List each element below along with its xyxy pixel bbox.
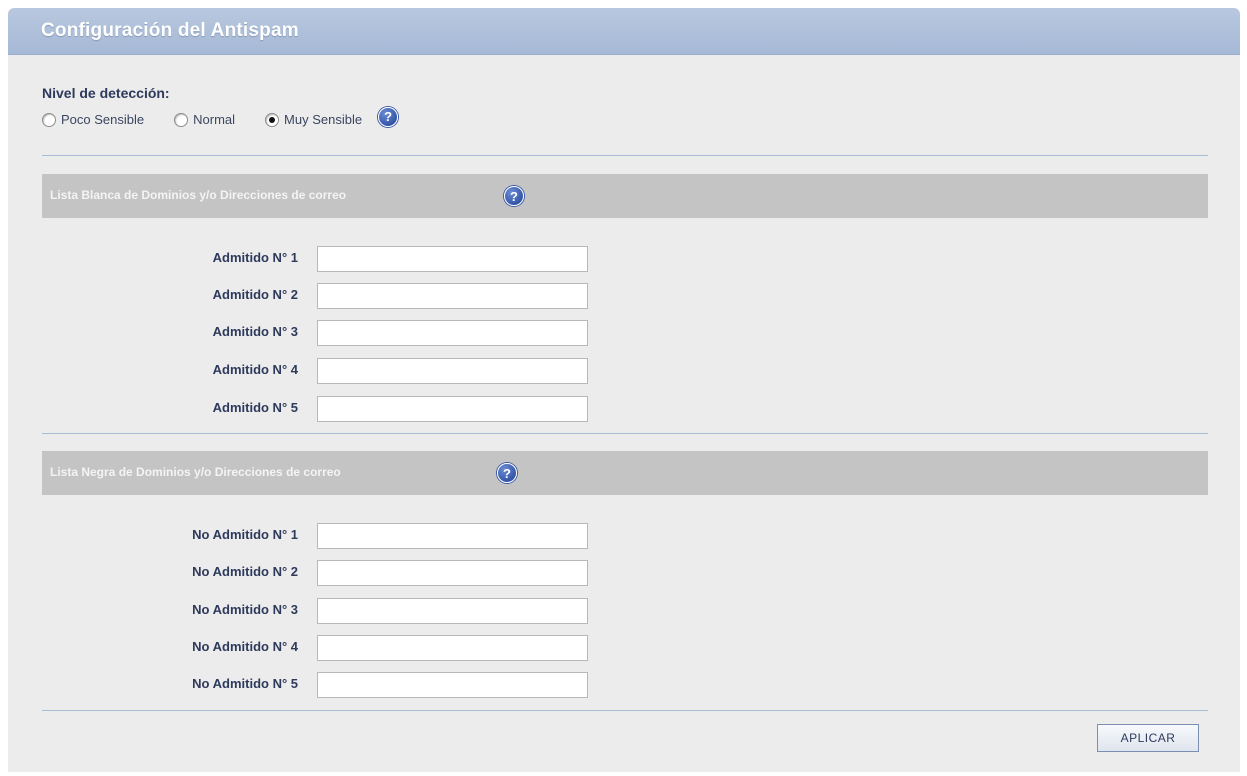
detection-help-icon[interactable]: ? xyxy=(378,106,399,127)
whitelist-input-5[interactable] xyxy=(317,396,588,422)
blacklist-help-icon[interactable]: ? xyxy=(497,463,517,483)
whitelist-input-2[interactable] xyxy=(317,283,588,309)
whitelist-row-3: Admitido N° 3 xyxy=(8,320,628,346)
blacklist-title: Lista Negra de Dominios y/o Direcciones … xyxy=(50,465,341,479)
radio-low[interactable] xyxy=(42,112,56,127)
whitelist-section-header: Lista Blanca de Dominios y/o Direcciones… xyxy=(42,174,1208,218)
blacklist-section-header: Lista Negra de Dominios y/o Direcciones … xyxy=(42,451,1208,495)
antispam-panel: Configuración del Antispam Nivel de dete… xyxy=(8,8,1240,772)
blacklist-input-3[interactable] xyxy=(317,598,588,624)
blacklist-label-2: No Admitido N° 2 xyxy=(192,564,298,579)
detection-level-label: Nivel de detección: xyxy=(42,85,170,101)
divider xyxy=(42,433,1208,434)
whitelist-help-icon[interactable]: ? xyxy=(504,186,524,206)
radio-option-high[interactable]: Muy Sensible xyxy=(265,112,362,127)
apply-button[interactable]: APLICAR xyxy=(1097,724,1199,752)
whitelist-input-4[interactable] xyxy=(317,358,588,384)
whitelist-label-3: Admitido N° 3 xyxy=(212,324,298,339)
blacklist-row-3: No Admitido N° 3 xyxy=(8,598,628,624)
whitelist-title: Lista Blanca de Dominios y/o Direcciones… xyxy=(50,188,347,202)
blacklist-row-4: No Admitido N° 4 xyxy=(8,635,628,661)
panel-header: Configuración del Antispam xyxy=(8,8,1240,55)
radio-option-low[interactable]: Poco Sensible xyxy=(42,112,144,127)
whitelist-row-1: Admitido N° 1 xyxy=(8,246,628,272)
panel-title: Configuración del Antispam xyxy=(41,20,299,41)
whitelist-label-2: Admitido N° 2 xyxy=(212,287,298,302)
blacklist-label-3: No Admitido N° 3 xyxy=(192,602,298,617)
blacklist-input-1[interactable] xyxy=(317,523,588,549)
whitelist-row-4: Admitido N° 4 xyxy=(8,358,628,384)
divider xyxy=(42,710,1208,711)
radio-low-label: Poco Sensible xyxy=(61,112,145,127)
radio-high-label: Muy Sensible xyxy=(284,112,363,127)
blacklist-row-1: No Admitido N° 1 xyxy=(8,523,628,549)
radio-normal-label: Normal xyxy=(193,112,236,127)
radio-high[interactable] xyxy=(265,112,280,127)
radio-option-normal[interactable]: Normal xyxy=(174,112,235,127)
whitelist-row-2: Admitido N° 2 xyxy=(8,283,628,309)
blacklist-label-5: No Admitido N° 5 xyxy=(192,676,298,691)
whitelist-label-4: Admitido N° 4 xyxy=(212,362,298,377)
whitelist-row-5: Admitido N° 5 xyxy=(8,396,628,422)
whitelist-input-3[interactable] xyxy=(317,320,588,346)
whitelist-input-1[interactable] xyxy=(317,246,588,272)
blacklist-row-2: No Admitido N° 2 xyxy=(8,560,628,586)
divider xyxy=(42,155,1208,156)
whitelist-label-5: Admitido N° 5 xyxy=(212,400,298,415)
blacklist-label-1: No Admitido N° 1 xyxy=(192,527,298,542)
detection-level-options: Poco Sensible Normal Muy Sensible ? xyxy=(42,106,399,127)
blacklist-label-4: No Admitido N° 4 xyxy=(192,639,298,654)
radio-normal[interactable] xyxy=(174,112,189,127)
whitelist-label-1: Admitido N° 1 xyxy=(212,250,298,265)
blacklist-row-5: No Admitido N° 5 xyxy=(8,672,628,698)
blacklist-input-5[interactable] xyxy=(317,672,588,698)
blacklist-input-4[interactable] xyxy=(317,635,588,661)
blacklist-input-2[interactable] xyxy=(317,560,588,586)
